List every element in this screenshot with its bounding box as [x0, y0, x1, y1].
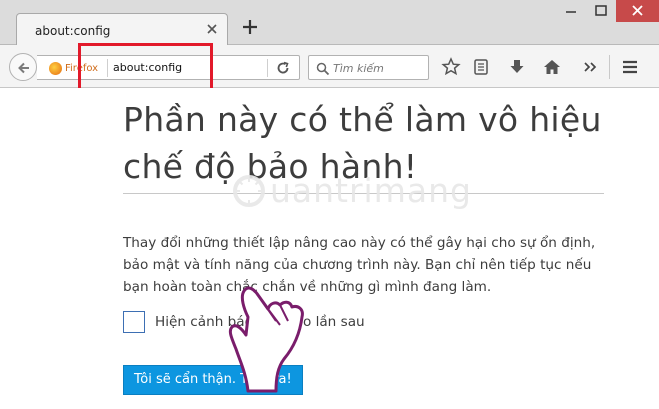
reading-list-icon[interactable] [471, 57, 491, 77]
maximize-icon[interactable] [586, 0, 616, 22]
download-icon[interactable] [507, 57, 527, 77]
minimize-icon[interactable] [556, 0, 586, 22]
search-input[interactable] [333, 60, 425, 76]
watermark-text: uantrimang [270, 171, 472, 210]
hamburger-menu-icon[interactable] [620, 57, 640, 77]
close-icon[interactable] [205, 22, 219, 36]
tab-about-config[interactable]: about:config [16, 13, 228, 46]
show-warning-checkbox[interactable] [123, 311, 145, 333]
firefox-icon [49, 61, 62, 75]
pointing-hand-icon [228, 286, 304, 393]
watermark-logo-icon [233, 174, 265, 207]
watermark: uantrimang [232, 171, 472, 210]
reload-icon[interactable] [275, 60, 291, 76]
back-button[interactable] [9, 53, 37, 81]
bookmark-star-icon[interactable] [441, 57, 461, 77]
plus-icon[interactable] [240, 17, 260, 37]
url-highlight-box [78, 43, 213, 91]
overflow-chevron-icon[interactable] [580, 57, 600, 77]
search-bar[interactable] [308, 55, 429, 80]
tab-title: about:config [35, 24, 111, 38]
warning-description: Thay đổi những thiết lập nâng cao này có… [123, 235, 596, 295]
back-arrow-icon [18, 62, 29, 74]
reload-separator [267, 59, 268, 77]
search-icon [316, 61, 330, 76]
toolbar-separator [609, 55, 610, 79]
warning-page: Phần này có thể làm vô hiệu chế độ bảo h… [0, 88, 659, 409]
home-icon[interactable] [542, 57, 562, 77]
window-close-button[interactable] [616, 0, 659, 22]
title-bar: about:config [0, 0, 659, 46]
